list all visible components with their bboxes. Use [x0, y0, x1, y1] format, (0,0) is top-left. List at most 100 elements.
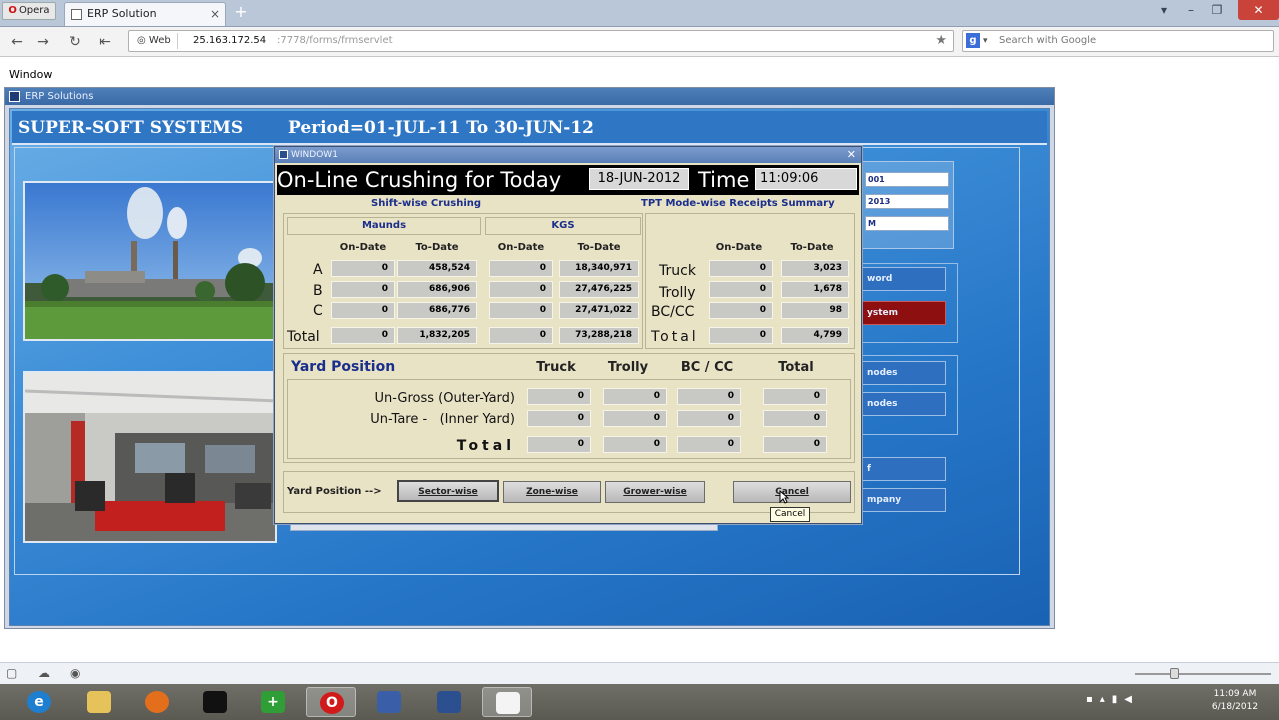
tpt-summary-title: TPT Mode-wise Receipts Summary [641, 198, 835, 209]
address-bar[interactable]: ◎ Web 25.163.172.54 :7778/forms/frmservl… [128, 30, 954, 52]
grower-wise-button[interactable]: Grower-wise [605, 481, 705, 503]
col-tpt-ondate: On-Date [715, 242, 763, 253]
opera-menu-button[interactable]: O Opera [2, 2, 56, 20]
windows-start-icon: e [27, 691, 51, 713]
taskbar-app-2[interactable] [424, 687, 474, 717]
col-maunds-ondate: On-Date [339, 242, 387, 253]
modules-button-1[interactable]: nodes [858, 361, 946, 385]
app-window-icon [437, 691, 461, 713]
taskbar-app-green[interactable]: + [248, 687, 298, 717]
dialog-app-icon [279, 150, 288, 159]
shift-total-label: Total [287, 329, 320, 345]
tab-list-icon[interactable]: ▾ [1155, 0, 1173, 20]
tpt-bccc-ondate: 0 [709, 302, 773, 319]
browser-status-bar: ▢ ☁ ◉ [0, 662, 1279, 684]
yard-inner-truck: 0 [527, 410, 591, 427]
yard-col-bccc: BC / CC [680, 360, 734, 375]
folder-icon [87, 691, 111, 713]
tpt-trolly-ondate: 0 [709, 281, 773, 298]
taskbar-app-3[interactable] [482, 687, 532, 717]
tpt-total-todate: 4,799 [781, 327, 849, 344]
zoom-slider-handle[interactable] [1170, 668, 1179, 679]
sector-wise-button[interactable]: Sector-wise [397, 480, 499, 502]
tpt-truck-ondate: 0 [709, 260, 773, 277]
company-name: SUPER-SOFT SYSTEMS [18, 118, 244, 138]
cancel-button[interactable]: Cancel [733, 481, 851, 503]
info-field-2[interactable]: 2013 [865, 194, 949, 209]
window-close-icon[interactable]: ✕ [1238, 0, 1279, 20]
maunds-header: Maunds [361, 220, 407, 231]
col-maunds-todate: To-Date [415, 242, 459, 253]
bookmark-star-icon[interactable]: ★ [935, 31, 947, 51]
erp-titlebar: ERP Solutions [5, 88, 1054, 105]
side-button-f[interactable]: f [858, 457, 946, 481]
shift-a-kgs-ondate: 0 [489, 260, 553, 277]
menu-window[interactable]: Window [9, 68, 52, 81]
panel-toggle-icon[interactable]: ▢ [6, 666, 17, 680]
dialog-titlebar: WINDOW1 ✕ [275, 147, 861, 163]
tab-close-icon[interactable]: × [210, 3, 220, 25]
taskbar-firefox[interactable] [132, 687, 182, 717]
crushing-dialog: WINDOW1 ✕ On-Line Crushing for Today 18-… [274, 146, 862, 524]
search-placeholder: Search with Google [999, 35, 1097, 46]
browser-nav-bar: ← → ↻ ⇤ ◎ Web 25.163.172.54 :7778/forms/… [0, 27, 1279, 57]
google-icon: g [966, 33, 980, 48]
minimize-icon[interactable]: – [1182, 0, 1200, 20]
yard-total-truck: 0 [527, 436, 591, 453]
taskbar-explorer[interactable] [74, 687, 124, 717]
dialog-close-icon[interactable]: ✕ [847, 147, 856, 163]
taskbar-terminal[interactable] [190, 687, 240, 717]
change-company-button[interactable]: mpany [858, 488, 946, 512]
tpt-trolly-todate: 1,678 [781, 281, 849, 298]
heading-bar: On-Line Crushing for Today 18-JUN-2012 T… [277, 165, 859, 195]
shift-c-kgs-ondate: 0 [489, 302, 553, 319]
right-info-panel: 001 2013 M [858, 161, 954, 249]
taskbar-app-1[interactable] [364, 687, 414, 717]
yard-position-title: Yard Position [291, 359, 396, 375]
zoom-slider[interactable] [1135, 673, 1271, 675]
exit-system-button[interactable]: ystem [858, 301, 946, 325]
new-tab-icon[interactable]: + [232, 4, 250, 21]
rewind-icon[interactable]: ⇤ [96, 33, 114, 51]
info-field-1[interactable]: 001 [865, 172, 949, 187]
reload-icon[interactable]: ↻ [66, 33, 84, 51]
shift-wise-title: Shift-wise Crushing [371, 198, 482, 209]
yard-total-label: Total [456, 438, 515, 454]
search-input[interactable]: g ▾ Search with Google [962, 30, 1274, 52]
tpt-bccc-todate: 98 [781, 302, 849, 319]
forward-icon[interactable]: → [34, 33, 52, 51]
change-password-button[interactable]: word [858, 267, 946, 291]
turbo-icon[interactable]: ◉ [70, 666, 80, 680]
modules-button-2[interactable]: nodes [858, 392, 946, 416]
tpt-row-label: Truck [659, 263, 696, 279]
yard-col-total: Total [778, 360, 814, 375]
restore-icon[interactable]: ❐ [1208, 0, 1226, 20]
info-field-3[interactable]: M [865, 216, 949, 231]
time-field: 11:09:06 [755, 168, 857, 190]
page-favicon-icon [71, 9, 82, 20]
app-window-icon [496, 692, 520, 714]
system-tray-icons[interactable]: ▪▴▮◀ [1086, 694, 1139, 705]
yard-outer-total: 0 [763, 388, 827, 405]
chevron-down-icon[interactable]: ▾ [983, 31, 988, 51]
shift-c-kgs-todate: 27,471,022 [559, 302, 639, 319]
yard-outer-trolly: 0 [603, 388, 667, 405]
dialog-heading: On-Line Crushing for Today [277, 168, 562, 192]
col-tpt-todate: To-Date [790, 242, 834, 253]
back-icon[interactable]: ← [8, 33, 26, 51]
zone-wise-button[interactable]: Zone-wise [503, 481, 601, 503]
yard-col-truck: Truck [536, 360, 576, 375]
cloud-icon[interactable]: ☁ [38, 666, 50, 680]
taskbar-opera[interactable]: O [306, 687, 356, 717]
period-label: Period=01-JUL-11 To 30-JUN-12 [288, 118, 594, 138]
shift-b-kgs-ondate: 0 [489, 281, 553, 298]
tab-erp-solution[interactable]: ERP Solution × [64, 2, 226, 26]
taskbar-clock[interactable]: 11:09 AM 6/18/2012 [1200, 688, 1270, 714]
start-button[interactable]: e [14, 687, 64, 717]
yard-total-total: 0 [763, 436, 827, 453]
terminal-icon [203, 691, 227, 713]
col-kgs-todate: To-Date [577, 242, 621, 253]
time-label: Time [698, 168, 750, 192]
web-security-badge[interactable]: ◎ Web [133, 33, 178, 49]
shift-a-maunds-todate: 458,524 [397, 260, 477, 277]
